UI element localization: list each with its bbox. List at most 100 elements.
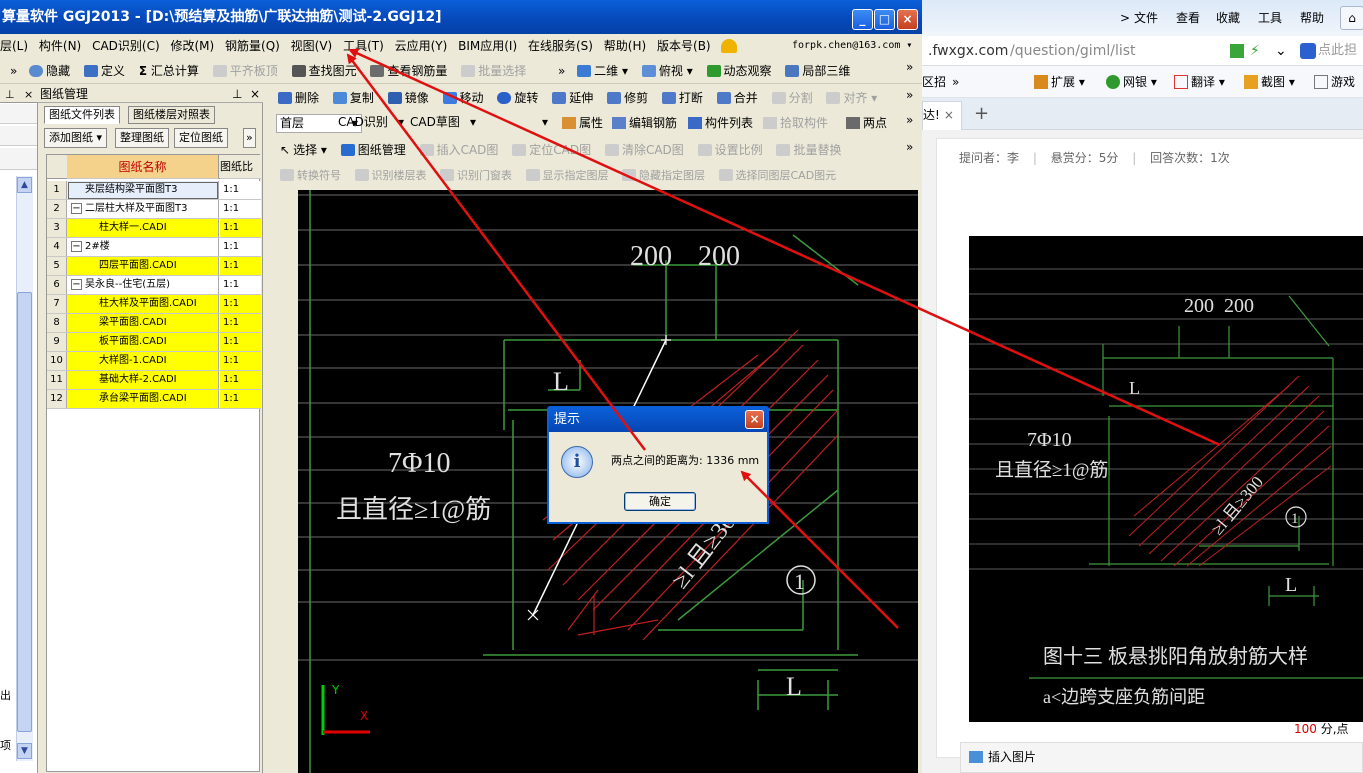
more-buttons-chevron[interactable]: » [243, 128, 256, 148]
drawing-name-cell[interactable]: 梁平面图.CADI [67, 314, 219, 332]
tab-drawing-file-list[interactable]: 图纸文件列表 [44, 106, 120, 124]
drawing-scale-cell[interactable]: 1:1 [220, 371, 261, 389]
add-drawing-button[interactable]: 添加图纸 ▾ [44, 128, 108, 148]
cad-sketch-select[interactable]: CAD草图 ▾ ▾ [408, 114, 550, 133]
table-row[interactable]: 8 梁平面图.CADI 1:1 [47, 314, 261, 333]
cad-recognition-select[interactable]: CAD识别 ▾ [336, 114, 406, 133]
toolbar1-more[interactable]: » [906, 60, 913, 74]
menu-cad-recognition[interactable]: CAD识别(C) [92, 39, 160, 53]
hide-layer-button[interactable]: 隐藏指定图层 [622, 163, 705, 188]
close-icon[interactable]: × [250, 86, 260, 103]
break-button[interactable]: 打断 [661, 86, 703, 111]
convert-symbol-button[interactable]: 转换符号 [280, 163, 341, 188]
home-icon[interactable]: ⌂ [1340, 6, 1363, 30]
account-dropdown[interactable]: forpk.chen@163.com ▾ [792, 34, 912, 58]
fav-ebank[interactable]: 网银 ▾ [1106, 66, 1157, 98]
table-row[interactable]: 9 板平面图.CADI 1:1 [47, 333, 261, 352]
top-view-dropdown[interactable]: 俯视 ▾ [641, 58, 693, 84]
browser-menu-help[interactable]: 帮助 [1300, 0, 1324, 36]
drawing-scale-cell[interactable]: 1:1 [220, 295, 261, 313]
drawing-scale-cell[interactable]: 1:1 [220, 390, 261, 408]
set-scale-button[interactable]: 设置比例 [697, 138, 763, 163]
drawing-management-button[interactable]: 图纸管理 [340, 138, 406, 163]
drawing-scale-cell[interactable]: 1:1 [220, 352, 261, 370]
mirror-button[interactable]: 镜像 [387, 86, 429, 111]
edit-rebar-button[interactable]: 编辑钢筋 [612, 111, 677, 136]
clear-cad-button[interactable]: 清除CAD图 [604, 138, 684, 163]
drawing-name-cell[interactable]: 柱大样一.CADI [67, 219, 219, 237]
drawing-scale-cell[interactable]: 1:1 [220, 181, 261, 199]
close-icon[interactable]: × [24, 86, 33, 103]
fav-screenshot[interactable]: 截图 ▾ [1244, 66, 1295, 98]
rotate-button[interactable]: 旋转 [497, 86, 538, 111]
scroll-down-icon[interactable]: ▼ [17, 743, 32, 759]
pick-component-button[interactable]: 拾取构件 [763, 111, 828, 136]
table-row[interactable]: 12 承台梁平面图.CADI 1:1 [47, 390, 261, 409]
locate-drawing-button[interactable]: 定位图纸 [174, 128, 228, 148]
insert-cad-button[interactable]: 插入CAD图 [419, 138, 498, 163]
tree-toggle-icon[interactable]: − [71, 203, 82, 214]
pin-icon[interactable]: ⊥ [232, 86, 242, 103]
menu-rebar-qty[interactable]: 钢筋量(Q) [225, 39, 280, 53]
browser-menu-file[interactable]: 文件 [1134, 0, 1158, 36]
tree-toggle-icon[interactable]: − [71, 241, 82, 252]
menu-layer[interactable]: 层(L) [0, 39, 28, 53]
table-row[interactable]: 6− 吴永良--住宅(五层) 1:1 [47, 276, 261, 295]
drawing-name-cell[interactable]: − 吴永良--住宅(五层) [67, 276, 219, 294]
delete-button[interactable]: 删除 [278, 86, 319, 111]
browser-menu-view[interactable]: 查看 [1176, 0, 1200, 36]
tree-toggle-icon[interactable]: − [71, 279, 82, 290]
tab-floor-mapping[interactable]: 图纸楼层对照表 [128, 106, 215, 124]
table-row[interactable]: 11 基础大样-2.CADI 1:1 [47, 371, 261, 390]
menu-tools[interactable]: 工具(T) [343, 39, 384, 53]
drawing-scale-cell[interactable]: 1:1 [220, 276, 261, 294]
menu-cloud[interactable]: 云应用(Y) [395, 39, 448, 53]
toolbar-chevron[interactable]: » [10, 64, 17, 78]
layer-toolbar-more[interactable]: » [906, 113, 913, 127]
menu-view[interactable]: 视图(V) [291, 39, 333, 53]
menu-bim[interactable]: BIM应用(I) [458, 39, 517, 53]
fav-chevron[interactable]: » [952, 66, 959, 98]
address-dropdown-icon[interactable]: ⌄ [1275, 36, 1287, 66]
new-tab-button[interactable]: + [974, 98, 989, 130]
fav-translate[interactable]: 翻译 ▾ [1174, 66, 1225, 98]
minimize-button[interactable]: _ [852, 9, 873, 30]
drawing-name-cell[interactable]: 大样图-1.CADI [67, 352, 219, 370]
table-row[interactable]: 10 大样图-1.CADI 1:1 [47, 352, 261, 371]
drawing-name-cell[interactable]: 基础大样-2.CADI [67, 371, 219, 389]
fav-games[interactable]: 游戏 [1314, 66, 1355, 98]
dynamic-observe-button[interactable]: 动态观察 [706, 58, 772, 84]
merge-button[interactable]: 合并 [716, 86, 758, 111]
copy-button[interactable]: 复制 [332, 86, 374, 111]
dropdown-arrow-icon[interactable]: ▾ [97, 131, 103, 144]
scroll-thumb[interactable] [17, 292, 32, 732]
drawing-scale-cell[interactable]: 1:1 [220, 200, 261, 218]
view-rebar-button[interactable]: 查看钢筋量 [370, 58, 447, 84]
pin-icon[interactable]: ⊥ [5, 86, 15, 103]
drawing-name-cell[interactable]: 夹层结构梁平面图T3 [67, 181, 219, 199]
view-toolbar-chevron[interactable]: » [558, 64, 565, 78]
table-row[interactable]: 2− 二层柱大样及平面图T3 1:1 [47, 200, 261, 219]
drawing-scale-cell[interactable]: 1:1 [220, 257, 261, 275]
table-row[interactable]: 1 夹层结构梁平面图T3 1:1 [47, 181, 261, 200]
view-2d-dropdown[interactable]: 二维 ▾ [577, 58, 628, 84]
menu-version[interactable]: 版本号(B) [657, 39, 711, 53]
menu-modify[interactable]: 修改(M) [170, 39, 214, 53]
qr-icon[interactable] [1230, 44, 1244, 58]
address-bar[interactable]: .fwxgx.com /question/giml/list ⚡ ⌄ 点此担 [922, 36, 1363, 66]
drawing-scale-cell[interactable]: 1:1 [220, 219, 261, 237]
sum-calc-button[interactable]: Σ 汇总计算 [139, 58, 199, 84]
browser-tab[interactable]: 达! × [922, 101, 962, 130]
locate-cad-button[interactable]: 定位CAD图 [512, 138, 591, 163]
dialog-close-button[interactable]: × [745, 410, 764, 429]
drawing-name-cell[interactable]: 板平面图.CADI [67, 333, 219, 351]
menu-help[interactable]: 帮助(H) [604, 39, 646, 53]
properties-button[interactable]: 属性 [562, 111, 603, 136]
recognize-door-table-button[interactable]: 识别门窗表 [440, 163, 512, 188]
split-button[interactable]: 分割 [771, 86, 813, 111]
batch-select-button[interactable]: 批量选择 [461, 58, 526, 84]
two-point-button[interactable]: 两点 [846, 111, 887, 136]
menu-component[interactable]: 构件(N) [39, 39, 81, 53]
move-button[interactable]: 移动 [442, 86, 484, 111]
ok-button[interactable]: 确定 [624, 492, 696, 511]
